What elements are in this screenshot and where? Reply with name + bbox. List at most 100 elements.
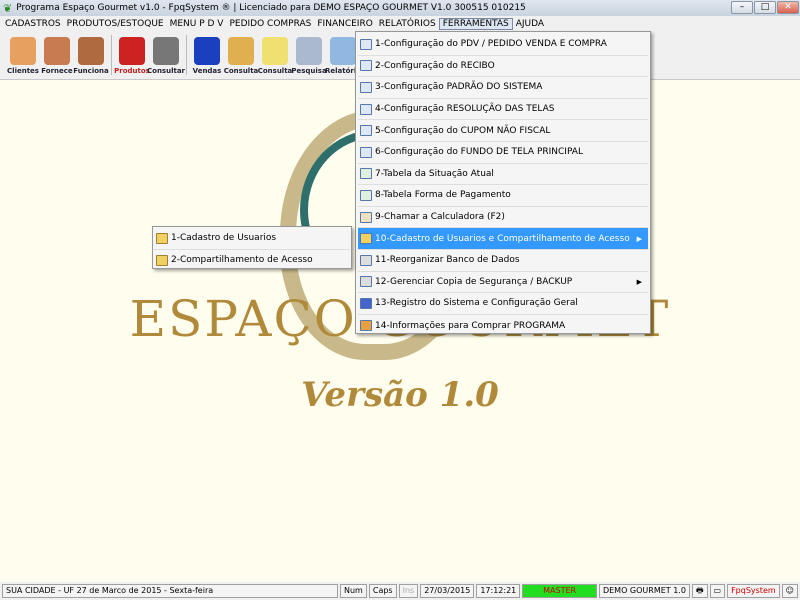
minimize-button[interactable]: – (731, 1, 753, 14)
users-icon (156, 254, 168, 266)
menu-item-label: 12-Gerenciar Copia de Segurança / BACKUP (375, 276, 573, 287)
menu-item-label: 7-Tabela da Situação Atual (375, 168, 494, 179)
menu-item-icon (360, 254, 372, 266)
menu-item-label: 5-Configuração do CUPOM NÃO FISCAL (375, 125, 551, 136)
consultar-icon (153, 37, 179, 65)
printer-icon[interactable]: 🖶 (691, 584, 708, 598)
menu-pedido-compras[interactable]: PEDIDO COMPRAS (226, 19, 314, 29)
user-icon[interactable]: ☺ (781, 584, 798, 598)
menu-item-label: 6-Configuração do FUNDO DE TELA PRINCIPA… (375, 147, 583, 158)
computer-icon[interactable]: ▭ (709, 584, 726, 598)
menu-item-label: 8-Tabela Forma de Pagamento (375, 190, 511, 201)
menu-item-label: 2-Compartilhamento de Acesso (171, 255, 313, 266)
menu-item-icon (360, 233, 372, 245)
produtos-icon (119, 37, 145, 65)
app-icon: ❦ (3, 1, 13, 15)
status-time: 17:12:21 (476, 584, 521, 598)
clientes-icon (10, 37, 36, 65)
toolbar-label: Consulta (257, 67, 293, 75)
toolbar-label: Vendas (192, 67, 222, 75)
toolbar-label: Funciona (73, 67, 109, 75)
menu-item-icon (360, 189, 372, 201)
relatório-icon (330, 37, 356, 65)
menu-item-icon (360, 125, 372, 137)
menu-item-label: 9-Chamar a Calculadora (F2) (375, 212, 505, 223)
menu-item-4[interactable]: 4-Configuração RESOLUÇÃO DAS TELAS (358, 99, 648, 121)
status-caps: Caps (368, 584, 397, 598)
title-bar: ❦ Programa Espaço Gourmet v1.0 - FpqSyst… (0, 0, 800, 16)
toolbar-button-consulta[interactable]: Consulta (258, 31, 292, 79)
menu-item-12[interactable]: 12-Gerenciar Copia de Segurança / BACKUP… (358, 272, 648, 294)
menu-item-icon (360, 168, 372, 180)
menu-financeiro[interactable]: FINANCEIRO (314, 19, 375, 29)
window-title: Programa Espaço Gourmet v1.0 - FpqSystem… (16, 3, 526, 13)
maximize-button[interactable]: □ (754, 1, 776, 14)
menu-item-11[interactable]: 11-Reorganizar Banco de Dados (358, 250, 648, 272)
menu-item-2[interactable]: 2-Configuração do RECIBO (358, 56, 648, 78)
toolbar-button-consulta[interactable]: Consulta (224, 31, 258, 79)
status-date: 27/03/2015 (420, 584, 475, 598)
menu-bar: CADASTROS PRODUTOS/ESTOQUE MENU P D V PEDID… (0, 16, 800, 31)
toolbar-label: Clientes (7, 67, 39, 75)
toolbar-label: Pesquisa (291, 67, 327, 75)
menu-item-label: 13-Registro do Sistema e Configuração Ge… (375, 298, 578, 309)
menu-item-icon (360, 60, 372, 72)
consulta-icon (262, 37, 288, 65)
menu-item-13[interactable]: 13-Registro do Sistema e Configuração Ge… (358, 293, 648, 315)
toolbar-label: Consultar (147, 67, 186, 75)
menu-produtos-estoque[interactable]: PRODUTOS/ESTOQUE (64, 19, 167, 29)
toolbar-button-fornece[interactable]: Fornece (40, 31, 74, 79)
status-company: DEMO GOURMET 1.0 (598, 584, 690, 598)
menu-item-label: 14-Informações para Comprar PROGRAMA (375, 320, 566, 331)
menu-item-label: 2-Configuração do RECIBO (375, 60, 495, 71)
menu-item-10[interactable]: 10-Cadastro de Usuarios e Compartilhamen… (358, 228, 648, 250)
menu-item-label: 11-Reorganizar Banco de Dados (375, 255, 520, 266)
toolbar-label: Produtos (114, 67, 150, 75)
menu-cadastros[interactable]: CADASTROS (2, 19, 64, 29)
menu-item-3[interactable]: 3-Configuração PADRÃO DO SISTEMA (358, 77, 648, 99)
menu-item-icon (360, 146, 372, 158)
consulta-icon (228, 37, 254, 65)
menu-item-6[interactable]: 6-Configuração do FUNDO DE TELA PRINCIPA… (358, 142, 648, 164)
status-vendor: FpqSystem (727, 584, 780, 598)
menu-menu-p-d-v[interactable]: MENU P D V (167, 19, 227, 29)
brand-version: Versão 1.0 (301, 375, 499, 415)
menu-item-8[interactable]: 8-Tabela Forma de Pagamento (358, 185, 648, 207)
menu-item-cadastro-usuarios[interactable]: 1-Cadastro de Usuarios (154, 228, 350, 250)
toolbar-button-consultar[interactable]: Consultar (147, 31, 186, 79)
status-bar: SUA CIDADE - UF 27 de Marco de 2015 - Se… (0, 582, 800, 600)
users-icon (156, 232, 168, 244)
ferramentas-menu: 1-Configuração do PDV / PEDIDO VENDA E C… (355, 31, 651, 334)
toolbar-separator (111, 35, 112, 75)
toolbar-button-funciona[interactable]: Funciona (73, 31, 109, 79)
status-num: Num (340, 584, 367, 598)
menu-item-9[interactable]: 9-Chamar a Calculadora (F2) (358, 207, 648, 229)
menu-item-icon (360, 297, 372, 309)
status-user: MASTER (522, 584, 597, 598)
pesquisa-icon (296, 37, 322, 65)
toolbar-button-produtos[interactable]: Produtos (114, 31, 150, 79)
close-button[interactable]: ✕ (777, 1, 799, 14)
menu-item-5[interactable]: 5-Configuração do CUPOM NÃO FISCAL (358, 120, 648, 142)
menu-item-1[interactable]: 1-Configuração do PDV / PEDIDO VENDA E C… (358, 34, 648, 56)
toolbar-button-vendas[interactable]: Vendas (190, 31, 224, 79)
menu-item-label: 4-Configuração RESOLUÇÃO DAS TELAS (375, 104, 555, 115)
menu-item-compartilhamento[interactable]: 2-Compartilhamento de Acesso (154, 250, 350, 272)
menu-item-7[interactable]: 7-Tabela da Situação Atual (358, 164, 648, 186)
menu-ajuda[interactable]: AJUDA (513, 19, 547, 29)
menu-item-14[interactable]: 14-Informações para Comprar PROGRAMA (358, 315, 648, 337)
funciona-icon (78, 37, 104, 65)
toolbar-button-pesquisa[interactable]: Pesquisa (291, 31, 327, 79)
menu-item-icon (360, 103, 372, 115)
menu-ferramentas[interactable]: FERRAMENTAS (438, 17, 513, 30)
menu-item-label: 3-Configuração PADRÃO DO SISTEMA (375, 82, 543, 93)
menu-item-label: 10-Cadastro de Usuarios e Compartilhamen… (375, 233, 630, 244)
vendas-icon (194, 37, 220, 65)
submenu-arrow-icon: ▶ (636, 234, 642, 243)
menu-item-label: 1-Configuração do PDV / PEDIDO VENDA E C… (375, 39, 607, 50)
menu-relat-rios[interactable]: RELATÓRIOS (376, 19, 439, 29)
toolbar-button-clientes[interactable]: Clientes (6, 31, 40, 79)
menu-item-icon (360, 211, 372, 223)
usuarios-submenu: 1-Cadastro de Usuarios 2-Compartilhament… (152, 226, 352, 269)
submenu-arrow-icon: ▶ (636, 277, 642, 286)
